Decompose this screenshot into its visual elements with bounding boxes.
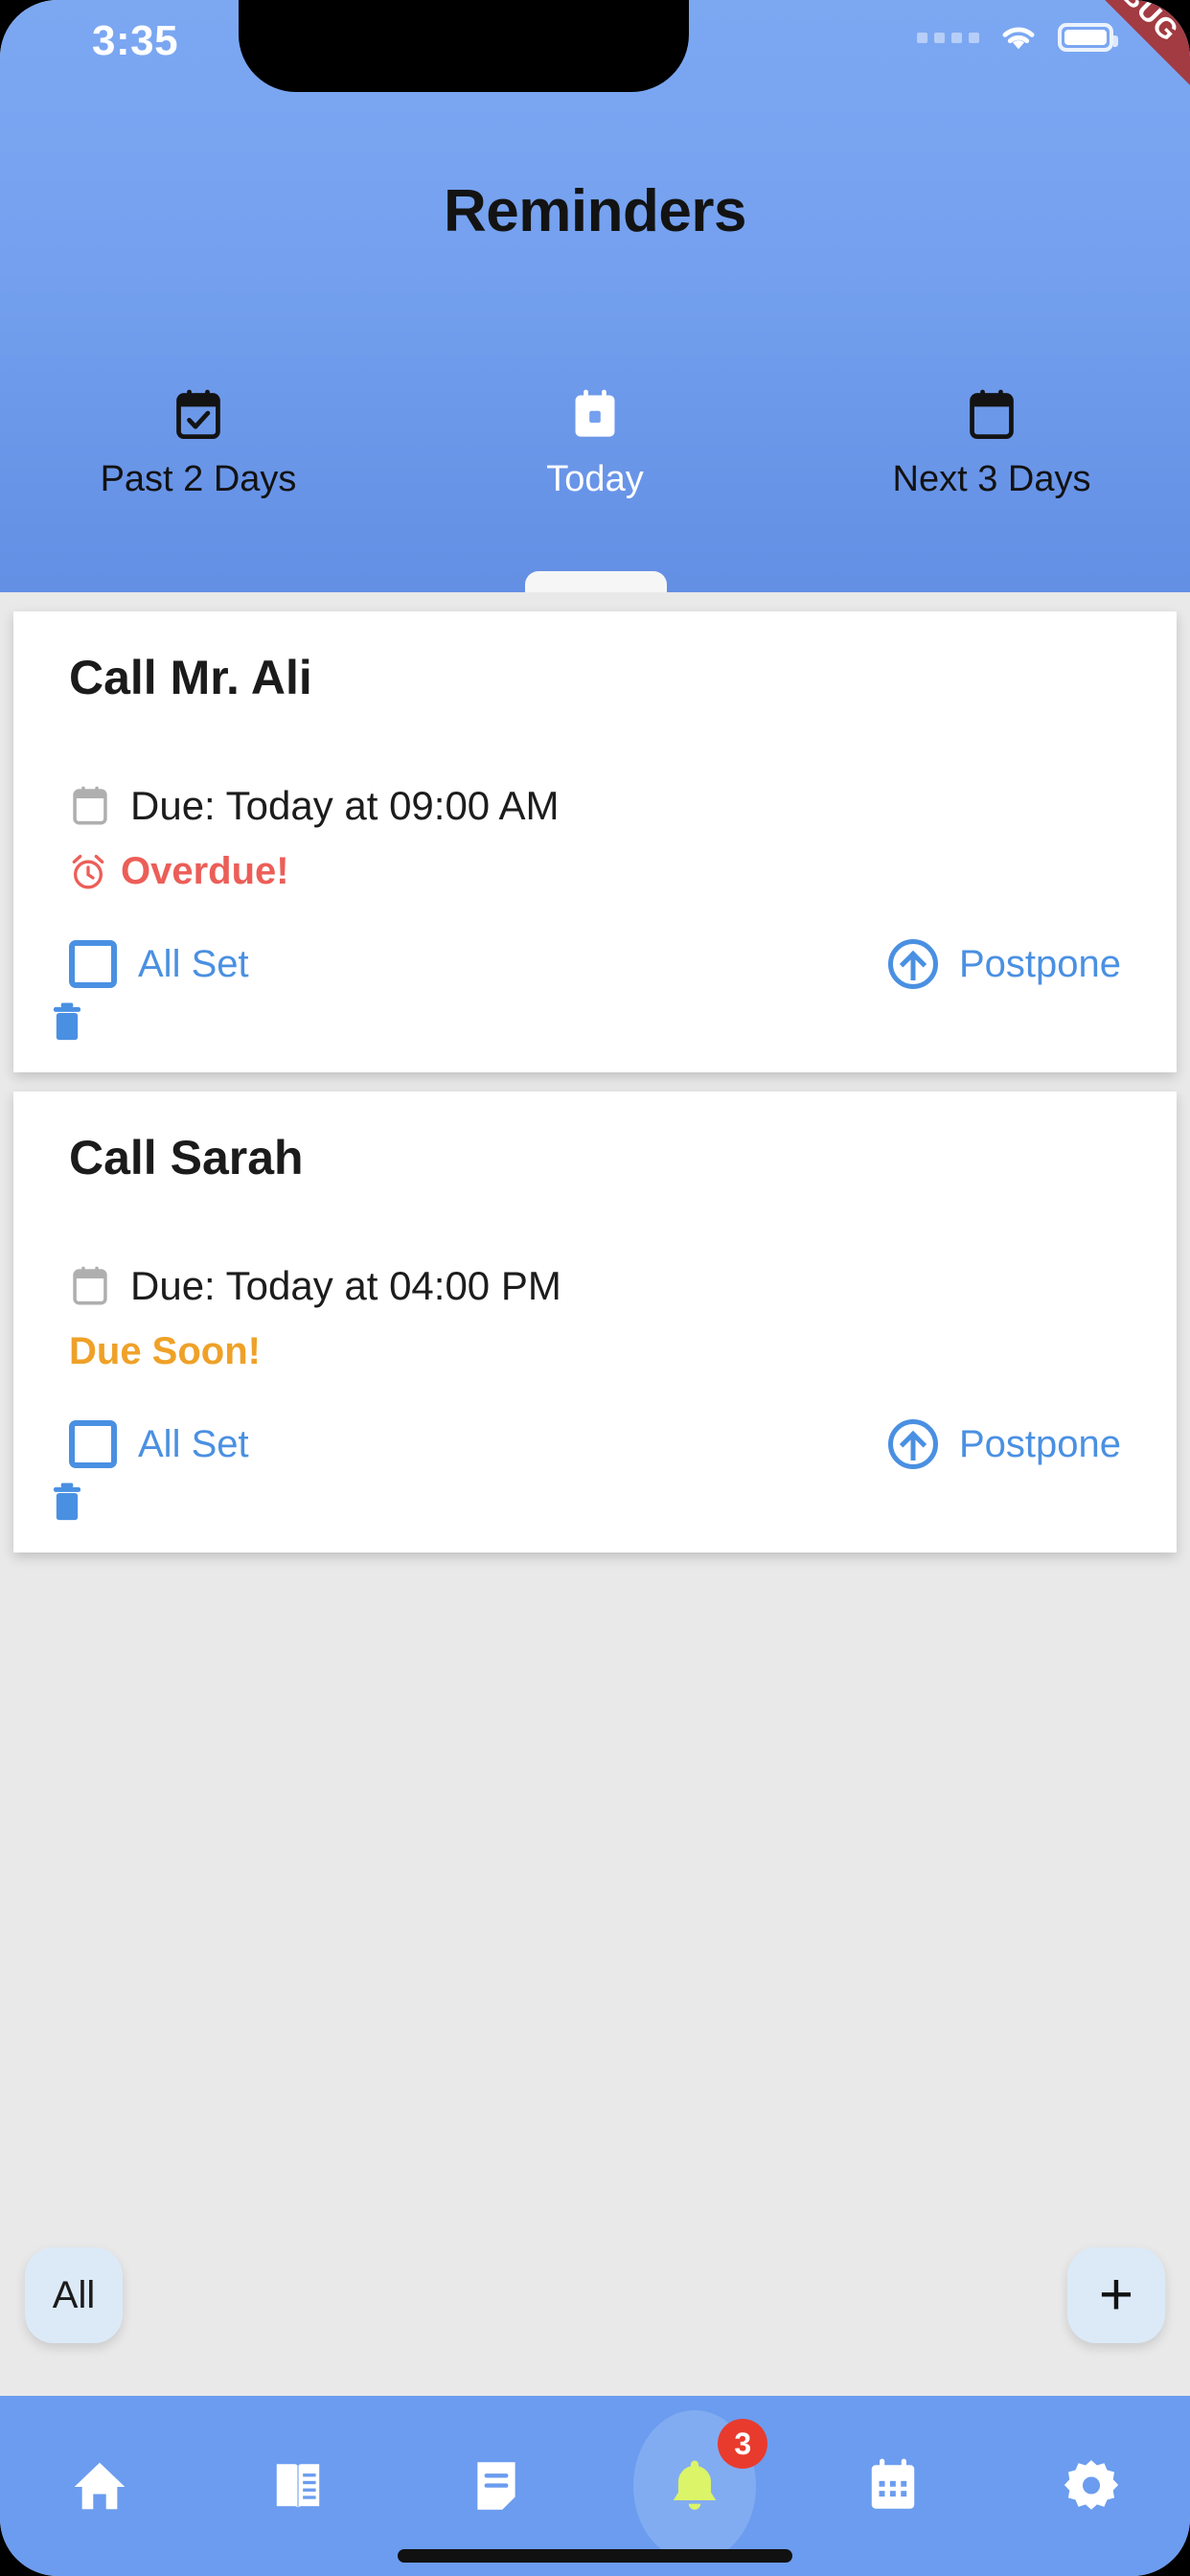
tab-label: Today	[546, 459, 644, 499]
status-bar: 3:35	[0, 0, 1190, 92]
reminder-due-row: Due: Today at 04:00 PM	[13, 1263, 1177, 1309]
postpone-button[interactable]: Postpone	[887, 1419, 1121, 1469]
alarm-clock-icon	[69, 852, 107, 892]
home-icon	[70, 2456, 129, 2516]
delete-row	[13, 1481, 1177, 1552]
reminder-title: Call Mr. Ali	[69, 651, 312, 704]
battery-icon	[1058, 23, 1118, 52]
postpone-label: Postpone	[958, 1422, 1121, 1465]
tab-next-3-days[interactable]: Next 3 Days	[793, 388, 1190, 532]
tab-today[interactable]: Today	[397, 388, 793, 532]
tab-label: Next 3 Days	[892, 459, 1091, 499]
reminder-title: Call Sarah	[69, 1131, 304, 1184]
tab-label: Past 2 Days	[100, 459, 297, 499]
delete-row	[13, 1000, 1177, 1072]
tab-past-2-days[interactable]: Past 2 Days	[0, 388, 397, 532]
app-header: 3:35 DEBUG Reminders	[0, 0, 1190, 592]
phone-screen: 3:35 DEBUG Reminders	[0, 0, 1190, 2576]
home-indicator	[398, 2549, 792, 2563]
reminder-card[interactable]: Call Sarah Due: Today at 04:00 PM Due So…	[13, 1092, 1177, 1552]
status-bar-time: 3:35	[92, 17, 179, 64]
circle-arrow-up-icon	[887, 939, 938, 989]
calendar-icon	[863, 2456, 923, 2516]
signal-dots-icon	[917, 32, 979, 43]
device-notch	[239, 0, 689, 92]
nav-item-settings[interactable]	[992, 2396, 1190, 2576]
wifi-icon	[996, 21, 1041, 54]
add-reminder-button[interactable]: +	[1067, 2247, 1165, 2343]
notification-badge: 3	[718, 2419, 768, 2469]
date-range-tabs: Past 2 Days Today Next 3 Days	[0, 388, 1190, 532]
trash-icon[interactable]	[50, 1002, 84, 1046]
filter-all-button[interactable]: All	[25, 2247, 123, 2343]
nav-item-home[interactable]	[0, 2396, 198, 2576]
mark-complete-label: All Set	[138, 1422, 249, 1465]
reminder-due-text: Due: Today at 09:00 AM	[130, 783, 560, 828]
reminder-due-row: Due: Today at 09:00 AM	[13, 783, 1177, 829]
checkbox-unchecked-icon[interactable]	[69, 1420, 117, 1468]
page-title: Reminders	[444, 178, 746, 244]
calendar-icon	[69, 1264, 111, 1308]
calendar-blank-icon	[966, 388, 1018, 442]
reminder-status-badge: Overdue!	[13, 850, 1177, 893]
reminder-due-text: Due: Today at 04:00 PM	[130, 1263, 561, 1308]
active-tab-indicator	[525, 571, 667, 592]
reminder-status-text: Overdue!	[121, 850, 289, 892]
nav-item-book[interactable]	[198, 2396, 397, 2576]
reminder-status-text: Due Soon!	[69, 1330, 261, 1372]
nav-item-calendar[interactable]	[793, 2396, 992, 2576]
gear-icon	[1062, 2456, 1121, 2516]
book-icon	[268, 2456, 328, 2516]
postpone-label: Postpone	[958, 942, 1121, 985]
reminder-card[interactable]: Call Mr. Ali Due: Today at 09:00 AM Over…	[13, 611, 1177, 1072]
notes-icon	[467, 2456, 526, 2516]
plus-icon: +	[1098, 2262, 1134, 2328]
mark-complete-label: All Set	[138, 942, 249, 985]
postpone-button[interactable]: Postpone	[887, 939, 1121, 989]
calendar-today-icon	[569, 388, 621, 442]
mark-complete-button[interactable]: All Set	[69, 1420, 249, 1468]
checkbox-unchecked-icon[interactable]	[69, 940, 117, 988]
reminder-status-badge: Due Soon!	[13, 1330, 1177, 1373]
circle-arrow-up-icon	[887, 1419, 938, 1469]
trash-icon[interactable]	[50, 1483, 84, 1527]
calendar-icon	[69, 784, 111, 828]
reminder-list: Call Mr. Ali Due: Today at 09:00 AM Over…	[0, 592, 1190, 1552]
filter-all-label: All	[52, 2273, 96, 2316]
status-bar-indicators	[917, 21, 1118, 54]
reminder-actions: All Set Postpone	[13, 1419, 1177, 1469]
mark-complete-button[interactable]: All Set	[69, 940, 249, 988]
calendar-check-icon	[172, 388, 224, 442]
reminder-actions: All Set Postpone	[13, 939, 1177, 989]
